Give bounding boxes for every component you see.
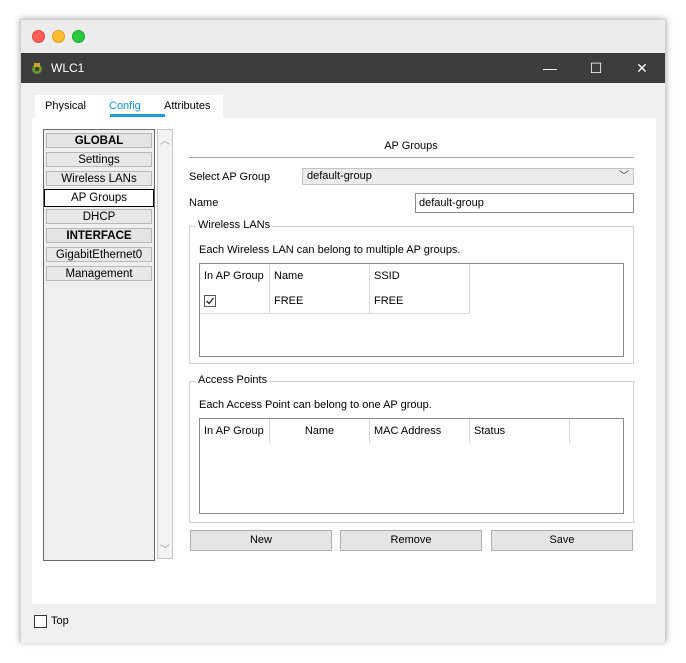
wireless-lans-description: Each Wireless LAN can belong to multiple… bbox=[199, 244, 461, 256]
scroll-up-icon[interactable]: ︿ bbox=[158, 132, 172, 147]
minimize-button[interactable]: — bbox=[527, 53, 573, 83]
in-ap-group-checkbox[interactable] bbox=[204, 295, 216, 307]
maximize-button[interactable]: ☐ bbox=[573, 53, 619, 83]
tab-attributes[interactable]: Attributes bbox=[156, 95, 218, 117]
minimize-traffic-light[interactable] bbox=[52, 30, 65, 43]
sidebar-scrollbar[interactable]: ︿ ﹀ bbox=[157, 129, 173, 559]
column-header-mac-address[interactable]: MAC Address bbox=[370, 419, 470, 443]
sidebar-item-ap-groups[interactable]: AP Groups bbox=[44, 189, 154, 207]
app-window: WLC1 — ☐ ✕ Physical Config Attributes GL… bbox=[20, 19, 666, 643]
table-cell-ssid: FREE bbox=[370, 288, 470, 314]
wireless-lans-group: Wireless LANs Each Wireless LAN can belo… bbox=[189, 219, 634, 364]
column-header-ssid[interactable]: SSID bbox=[370, 264, 470, 288]
ap-group-select[interactable]: default-group ﹀ bbox=[302, 168, 634, 185]
chevron-down-icon: ﹀ bbox=[619, 171, 629, 182]
access-points-table: In AP Group Name MAC Address Status bbox=[199, 418, 624, 514]
mac-title-bar bbox=[21, 20, 665, 53]
ap-group-select-value: default-group bbox=[307, 170, 372, 182]
sidebar-item-wireless-lans[interactable]: Wireless LANs bbox=[46, 171, 152, 186]
column-header-in-ap-group[interactable]: In AP Group bbox=[200, 264, 270, 288]
config-sidebar: GLOBAL Settings Wireless LANs AP Groups … bbox=[43, 129, 155, 561]
scroll-down-icon[interactable]: ﹀ bbox=[158, 541, 172, 556]
name-label: Name bbox=[189, 197, 219, 209]
title-divider bbox=[189, 157, 634, 158]
checkmark-icon bbox=[206, 297, 215, 305]
access-points-group: Access Points Each Access Point can belo… bbox=[189, 374, 634, 523]
name-field[interactable]: default-group bbox=[415, 193, 634, 213]
access-points-description: Each Access Point can belong to one AP g… bbox=[199, 399, 432, 411]
sidebar-header-interface[interactable]: INTERFACE bbox=[46, 228, 152, 243]
zoom-traffic-light[interactable] bbox=[72, 30, 85, 43]
close-button[interactable]: ✕ bbox=[619, 53, 665, 83]
column-header-status[interactable]: Status bbox=[470, 419, 570, 443]
sidebar-item-management[interactable]: Management bbox=[46, 266, 152, 281]
window-title: WLC1 bbox=[51, 61, 85, 75]
window-titlebar: WLC1 — ☐ ✕ bbox=[21, 53, 665, 83]
sidebar-header-global[interactable]: GLOBAL bbox=[46, 133, 152, 148]
column-header-in-ap-group[interactable]: In AP Group bbox=[200, 419, 270, 443]
select-ap-group-label: Select AP Group bbox=[189, 171, 271, 183]
top-label: Top bbox=[51, 615, 69, 627]
table-cell-name: FREE bbox=[270, 288, 370, 314]
router-icon bbox=[32, 63, 42, 74]
column-header-name[interactable]: Name bbox=[270, 264, 370, 288]
table-cell-checkbox bbox=[200, 288, 270, 314]
remove-button[interactable]: Remove bbox=[340, 530, 482, 551]
sidebar-item-dhcp[interactable]: DHCP bbox=[46, 209, 152, 224]
top-checkbox[interactable] bbox=[34, 615, 47, 628]
tab-physical[interactable]: Physical bbox=[37, 95, 94, 117]
wireless-lans-table: In AP Group Name SSID FREE FREE bbox=[199, 263, 624, 357]
sidebar-item-settings[interactable]: Settings bbox=[46, 152, 152, 167]
column-header-name[interactable]: Name bbox=[270, 419, 370, 443]
close-traffic-light[interactable] bbox=[32, 30, 45, 43]
new-button[interactable]: New bbox=[190, 530, 332, 551]
save-button[interactable]: Save bbox=[491, 530, 633, 551]
sidebar-item-gigabitethernet0[interactable]: GigabitEthernet0 bbox=[46, 247, 152, 262]
config-panel: GLOBAL Settings Wireless LANs AP Groups … bbox=[32, 118, 656, 604]
access-points-legend: Access Points bbox=[196, 374, 270, 386]
wireless-lans-legend: Wireless LANs bbox=[196, 219, 273, 231]
section-title: AP Groups bbox=[384, 140, 438, 152]
